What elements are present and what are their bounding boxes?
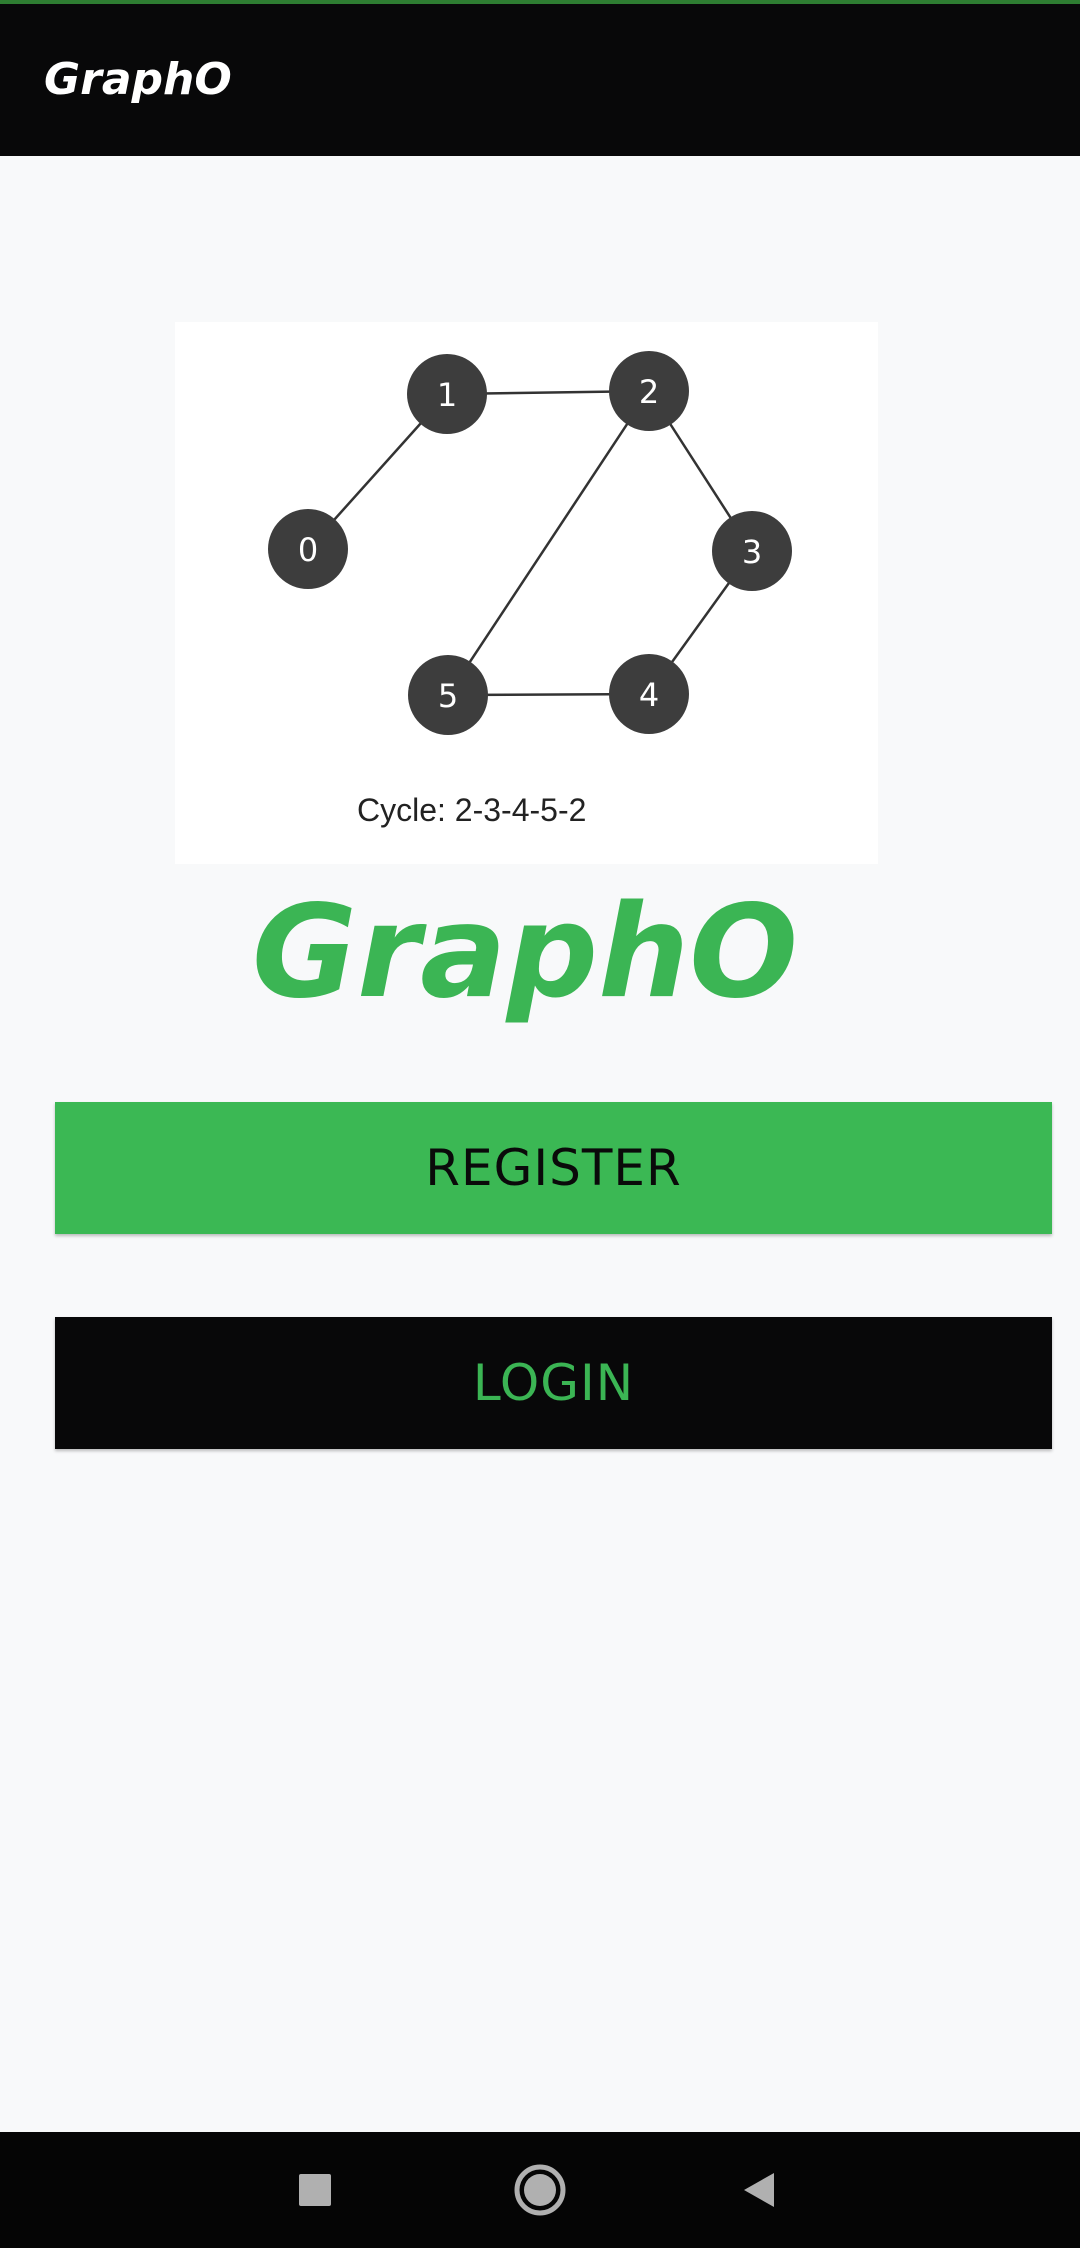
- system-navigation-bar: [0, 2132, 1080, 2248]
- graph-node-label: 1: [437, 376, 457, 414]
- app-bar-title: GraphO: [44, 54, 232, 105]
- graph-caption: Cycle: 2-3-4-5-2: [357, 792, 586, 828]
- login-button[interactable]: LOGIN: [55, 1317, 1052, 1449]
- graph-node-label: 5: [438, 677, 458, 715]
- graph-node-label: 2: [639, 373, 659, 411]
- graph-node-label: 3: [742, 533, 762, 571]
- square-icon: [299, 2174, 331, 2206]
- back-button[interactable]: [700, 2132, 820, 2248]
- graph-node-2: 2: [609, 351, 689, 431]
- graph-edges: [307, 389, 754, 697]
- recent-apps-button[interactable]: [255, 2132, 375, 2248]
- app-bar: GraphO: [0, 4, 1080, 156]
- main-content: 0 1 2 3 4 5 Cycle: 2-3-4-5-2 GraphO REGI…: [0, 156, 1080, 2132]
- brand-title: GraphO: [251, 878, 799, 1027]
- graph-illustration: 0 1 2 3 4 5 Cycle: 2-3-4-5-2: [175, 322, 878, 864]
- graph-node-3: 3: [712, 511, 792, 591]
- graph-node-label: 0: [298, 531, 318, 569]
- graph-svg: 0 1 2 3 4 5 Cycle: 2-3-4-5-2: [268, 351, 792, 828]
- graph-edge-2-5: [446, 390, 651, 696]
- home-button[interactable]: [480, 2132, 600, 2248]
- graph-node-5: 5: [408, 655, 488, 735]
- graph-node-label: 4: [639, 676, 659, 714]
- graph-node-1: 1: [407, 354, 487, 434]
- graph-node-4: 4: [609, 654, 689, 734]
- register-button[interactable]: REGISTER: [55, 1102, 1052, 1234]
- triangle-icon: [744, 2173, 774, 2207]
- graph-node-0: 0: [268, 509, 348, 589]
- circle-icon: [514, 2164, 566, 2216]
